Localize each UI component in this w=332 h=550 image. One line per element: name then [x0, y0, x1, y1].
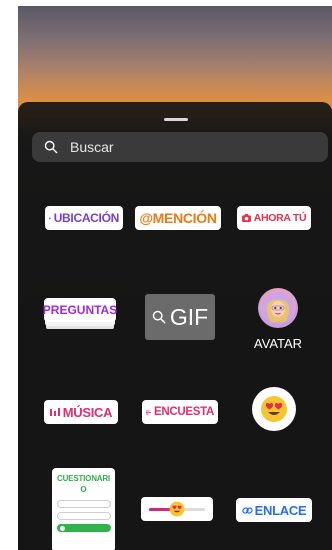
- quiz-option: [56, 500, 111, 508]
- quiz-option: [56, 512, 111, 520]
- quiz-title: CUESTIONARI: [57, 474, 110, 483]
- drag-handle[interactable]: [164, 118, 188, 121]
- avatar-face-icon: [262, 291, 294, 324]
- link-sticker[interactable]: ENLACE: [236, 498, 312, 522]
- search-input[interactable]: Buscar: [70, 139, 114, 155]
- avatar-sticker[interactable]: AVATAR: [250, 285, 306, 353]
- screen: Buscar UBICACIÓN @MENCIÓN AHORA TÚ PREGU…: [0, 0, 332, 550]
- link-label: ENLACE: [254, 502, 307, 518]
- mention-label: @MENCIÓN: [139, 210, 217, 226]
- questions-sticker[interactable]: PREGUNTAS: [42, 298, 118, 322]
- mention-sticker[interactable]: @MENCIÓN: [135, 206, 221, 230]
- avatar: [258, 287, 298, 328]
- location-pin-icon: [49, 216, 51, 220]
- questions-label: PREGUNTAS: [42, 303, 118, 317]
- location-label: UBICACIÓN: [53, 211, 120, 225]
- music-sticker[interactable]: MÚSICA: [44, 400, 118, 424]
- poll-lines-icon: [146, 410, 151, 414]
- search-icon: [152, 310, 166, 324]
- add-yours-label: AHORA TÚ: [253, 212, 307, 224]
- camera-icon: [241, 214, 251, 222]
- poll-sticker[interactable]: ENCUESTA: [142, 400, 218, 424]
- gif-sticker[interactable]: GIF: [145, 294, 215, 340]
- search-bar[interactable]: Buscar: [32, 132, 328, 162]
- gif-label: GIF: [169, 303, 209, 330]
- search-icon: [44, 140, 58, 154]
- add-yours-sticker[interactable]: AHORA TÚ: [237, 206, 311, 230]
- emoji-slider-sticker[interactable]: [141, 497, 213, 521]
- music-bars-icon: [49, 408, 60, 416]
- music-label: MÚSICA: [62, 404, 113, 420]
- poll-label: ENCUESTA: [153, 406, 214, 418]
- location-sticker[interactable]: UBICACIÓN: [45, 206, 123, 230]
- quiz-title-cont: O: [80, 485, 87, 494]
- avatar-label: AVATAR: [253, 335, 303, 351]
- emoji-sticker[interactable]: [252, 387, 296, 431]
- sticker-tray: Buscar UBICACIÓN @MENCIÓN AHORA TÚ PREGU…: [18, 102, 332, 550]
- quiz-sticker[interactable]: CUESTIONARI O: [52, 468, 115, 550]
- heart-eyes-emoji-icon: [261, 396, 287, 422]
- link-icon: [241, 506, 253, 514]
- quiz-option-correct: [56, 524, 111, 532]
- heart-eyes-emoji-icon: [169, 501, 185, 517]
